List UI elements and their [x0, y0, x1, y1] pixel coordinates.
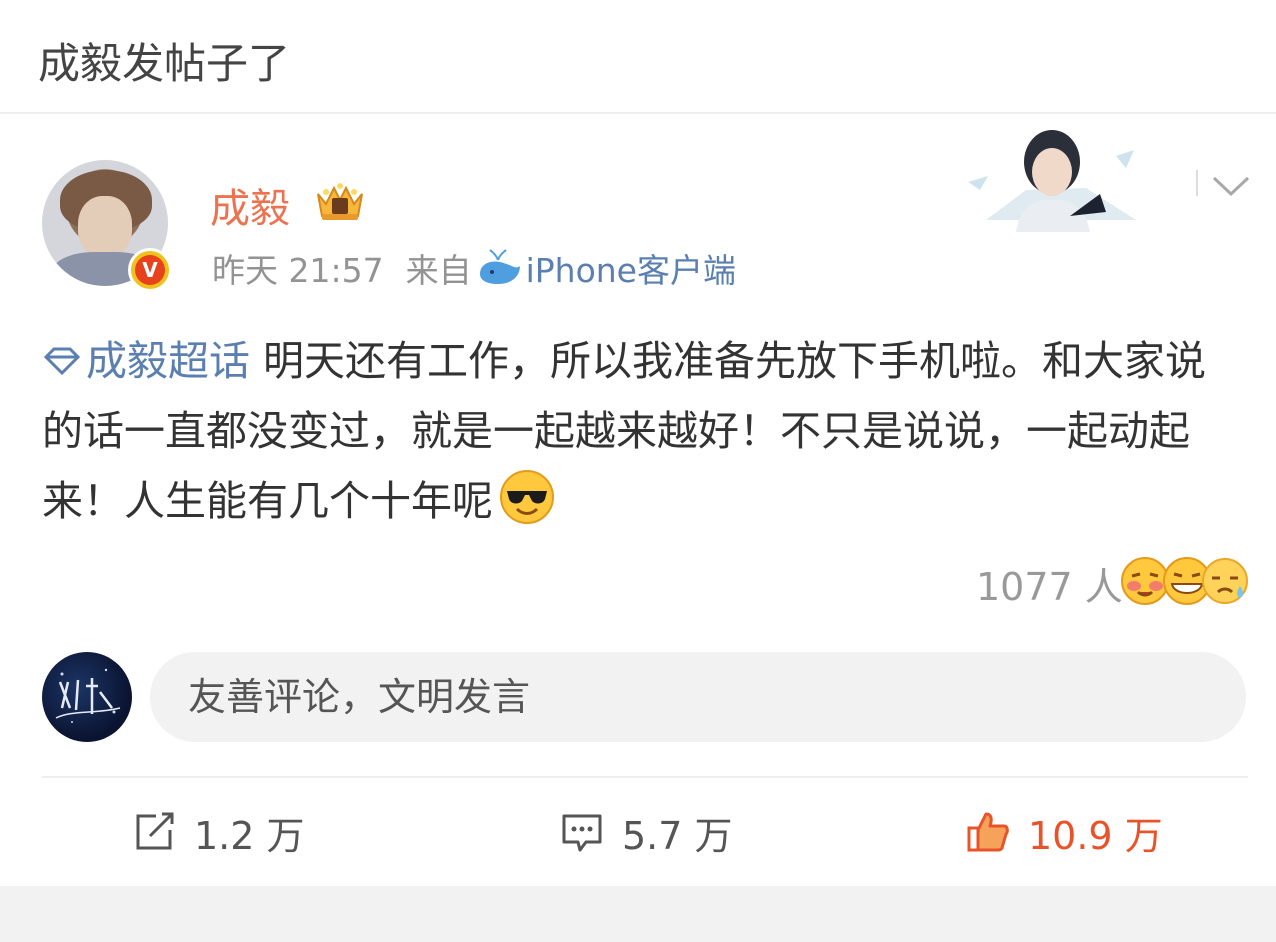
post-time: 昨天 21:57 — [212, 251, 384, 290]
whale-icon — [479, 249, 520, 284]
repost-count: 1.2 万 — [194, 813, 305, 858]
verified-badge-label: V — [135, 255, 165, 285]
my-avatar[interactable] — [42, 652, 132, 742]
comment-input[interactable] — [150, 652, 1246, 742]
chevron-down-icon[interactable] — [1210, 172, 1252, 202]
repost-icon — [136, 812, 174, 850]
like-count: 10.9 万 — [1028, 813, 1163, 858]
divider — [42, 776, 1248, 778]
verified-badge-icon: V — [128, 248, 172, 292]
repost-button[interactable]: 1.2 万 — [132, 804, 305, 860]
sunglasses-emoji-icon — [500, 470, 554, 524]
author-name[interactable]: 成毅 — [210, 176, 290, 234]
divider — [0, 112, 1276, 114]
comment-count: 5.7 万 — [622, 813, 733, 858]
divider — [1196, 170, 1198, 196]
crown-icon — [317, 183, 363, 220]
section-separator — [0, 886, 1276, 942]
reactions-count[interactable]: 1077 人 — [976, 556, 1123, 611]
post-meta: 昨天 21:57 来自 iPhone客户端 — [212, 244, 736, 292]
sweat-face-icon — [1202, 558, 1248, 604]
like-button[interactable]: 10.9 万 — [966, 804, 1163, 860]
topic-label: 成毅超话 — [86, 337, 250, 385]
page-title: 成毅发帖子了 — [38, 39, 291, 88]
comment-icon — [562, 814, 602, 852]
decorative-portrait-image — [968, 130, 1136, 232]
source-link[interactable]: iPhone客户端 — [526, 244, 736, 292]
super-topic-diamond-icon — [43, 347, 81, 376]
post-content: 成毅超话 明天还有工作，所以我准备先放下手机啦。和大家说的话一直都没变过，就是一… — [42, 326, 1242, 536]
comment-button[interactable]: 5.7 万 — [560, 804, 733, 860]
source-prefix: 来自 — [405, 251, 472, 290]
topic-link[interactable]: 成毅超话 — [42, 337, 250, 385]
thumbs-up-icon — [967, 812, 1009, 852]
